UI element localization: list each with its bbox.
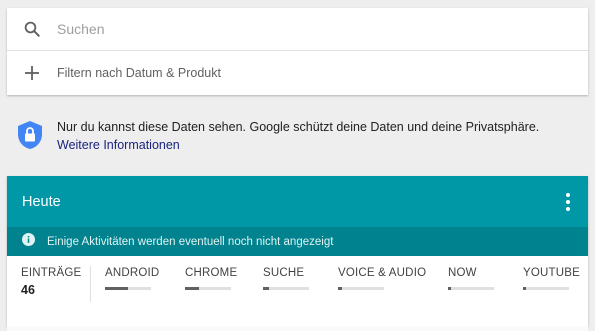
info-text: Einige Aktivitäten werden eventuell noch… <box>47 235 334 248</box>
product-stat-android[interactable]: ANDROID <box>105 267 160 290</box>
product-stat-voice-audio[interactable]: VOICE & AUDIO <box>338 267 427 290</box>
product-stat-suche[interactable]: SUCHE <box>263 267 309 290</box>
product-bar <box>105 287 151 290</box>
product-stat-chrome[interactable]: CHROME <box>185 267 238 290</box>
product-bar <box>338 287 384 290</box>
filter-button[interactable]: Filtern nach Datum & Produkt <box>7 51 588 95</box>
day-header: Heute <box>7 176 588 227</box>
product-label: ANDROID <box>105 267 160 279</box>
product-bar <box>263 287 309 290</box>
product-bar <box>523 287 569 290</box>
entries-stat: EINTRÄGE 46 <box>21 267 81 297</box>
product-label: YOUTUBE <box>523 267 580 279</box>
info-bar: Einige Aktivitäten werden eventuell noch… <box>7 227 588 256</box>
info-icon <box>22 232 35 251</box>
bottom-strip <box>7 326 588 331</box>
privacy-notice: Nur du kannst diese Daten sehen. Google … <box>17 118 587 155</box>
search-input[interactable]: Suchen <box>57 21 104 37</box>
entries-label: EINTRÄGE <box>21 267 82 279</box>
search-row[interactable]: Suchen <box>7 8 588 51</box>
product-label: SUCHE <box>263 267 305 279</box>
search-icon <box>7 20 57 38</box>
product-bar <box>185 287 231 290</box>
filter-label: Filtern nach Datum & Produkt <box>57 66 221 80</box>
product-label: NOW <box>448 267 477 279</box>
more-info-link[interactable]: Weitere Informationen <box>57 136 539 154</box>
stats-divider <box>90 266 91 302</box>
search-card: Suchen Filtern nach Datum & Produkt <box>7 8 588 95</box>
plus-icon <box>7 66 57 80</box>
product-stat-now[interactable]: NOW <box>448 267 494 290</box>
product-stat-youtube[interactable]: YOUTUBE <box>523 267 580 290</box>
day-card: Heute Einige Aktivitäten werden eventuel… <box>7 176 588 326</box>
product-label: VOICE & AUDIO <box>338 267 427 279</box>
privacy-text: Nur du kannst diese Daten sehen. Google … <box>57 120 540 134</box>
product-bar <box>448 287 494 290</box>
shield-lock-icon <box>17 118 47 155</box>
more-vert-icon[interactable] <box>562 189 574 215</box>
day-title: Heute <box>22 193 61 210</box>
product-label: CHROME <box>185 267 238 279</box>
stats-row: EINTRÄGE 46 ANDROID CHROME SUCHE VOICE &… <box>7 256 588 326</box>
entries-count: 46 <box>21 283 35 297</box>
